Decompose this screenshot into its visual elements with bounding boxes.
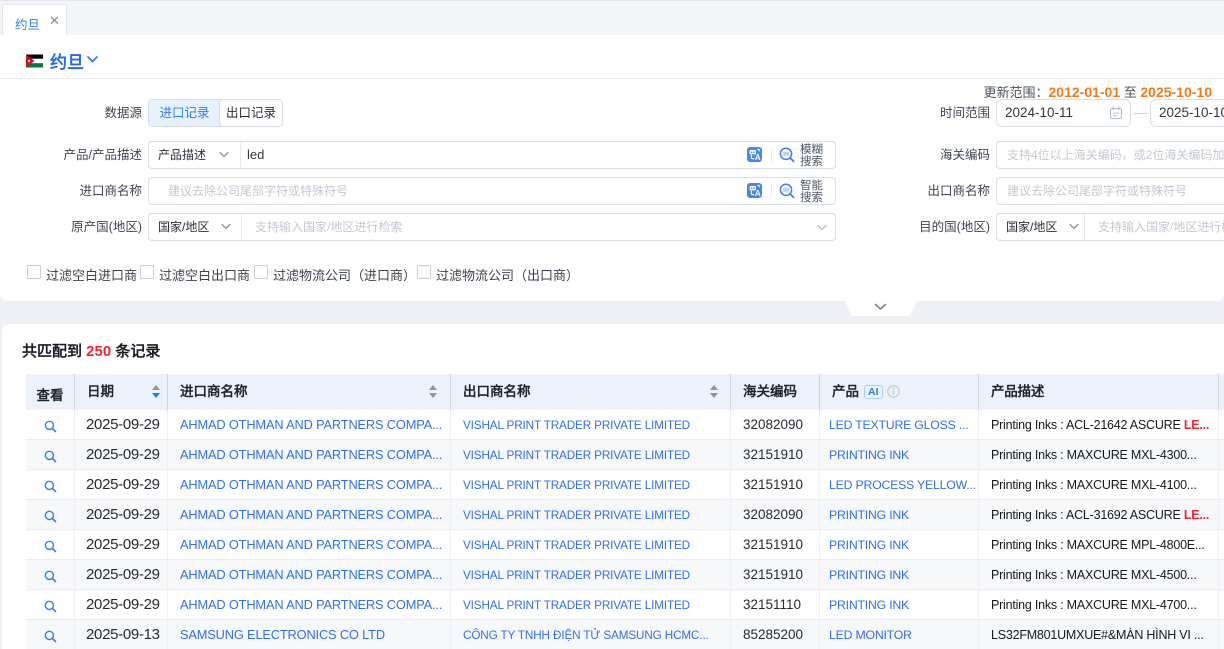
svg-text:A: A [755,189,761,198]
svg-text:A: A [755,153,761,162]
